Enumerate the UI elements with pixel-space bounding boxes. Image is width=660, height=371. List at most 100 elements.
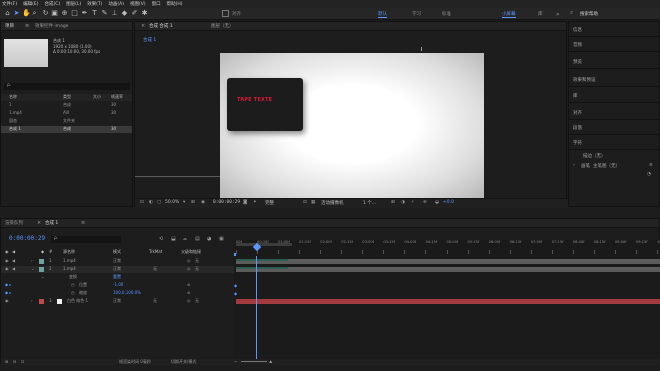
toggle-pixel-icon[interactable]: ⊞ — [391, 200, 395, 205]
layer-name[interactable]: 白色 纯色 1 — [67, 298, 88, 304]
tab-layer[interactable]: 图层（无） — [211, 23, 234, 29]
col-mode[interactable]: 模式 — [113, 249, 121, 255]
tab-project[interactable]: 项目 — [5, 23, 14, 29]
in-out-icon[interactable]: ⊡ — [21, 359, 24, 364]
layer-trkmat[interactable]: 无 — [153, 298, 157, 304]
mask-icon[interactable]: ▢ — [157, 200, 161, 205]
menu-edit[interactable]: 编辑(E) — [23, 1, 38, 7]
list-item-selected[interactable]: 合成 1 合成 30 — [1, 126, 132, 133]
col-fps[interactable]: 帧速率 — [111, 94, 123, 100]
panel-menu-icon[interactable]: ≡ — [649, 163, 653, 168]
hand-tool-icon[interactable]: ✋ — [22, 10, 31, 17]
layer-bar[interactable] — [236, 267, 660, 272]
layer-bar[interactable] — [236, 259, 660, 264]
panel-menu-icon[interactable]: ≡ — [81, 220, 85, 226]
parent-pick-icon[interactable]: ◎ — [187, 298, 191, 303]
brush-icon[interactable]: ◔ — [647, 172, 651, 177]
exposure-icon[interactable]: ◒ — [435, 200, 439, 205]
layer-mode[interactable]: 正常 — [113, 258, 121, 264]
expand-icon[interactable]: ⌄ — [31, 266, 34, 271]
close-icon[interactable]: ≡ — [25, 23, 29, 29]
workspace-learn[interactable]: 学习 — [412, 11, 421, 17]
type-tool-icon[interactable]: T — [91, 10, 98, 17]
col-trkmat[interactable]: TrkMat — [149, 249, 162, 254]
keyframe-icon[interactable]: ◆ — [234, 291, 237, 296]
quality-select[interactable]: 完整 — [265, 200, 274, 206]
reset-exposure-icon[interactable]: ◑ — [401, 200, 405, 205]
work-area-bar[interactable] — [236, 243, 292, 246]
pan-behind-tool-icon[interactable]: ⊕ — [61, 10, 68, 17]
col-size[interactable]: 大小 — [93, 94, 101, 100]
close-icon[interactable]: × — [37, 220, 41, 226]
exposure-value[interactable]: +0.0 — [443, 200, 454, 205]
composition-icon[interactable]: ⟲ — [159, 236, 163, 242]
show-channel-icon[interactable]: ◐ — [149, 200, 153, 205]
video-frame[interactable]: TAPE TEXTE — [227, 78, 303, 131]
layer-mode[interactable]: 正常 — [113, 266, 121, 272]
eye-icon[interactable]: ◉ — [5, 258, 9, 263]
playhead-line[interactable] — [256, 256, 257, 365]
panel-paint[interactable]: 画笔 — [581, 163, 590, 169]
fast-preview-icon[interactable]: ⚡ — [411, 200, 414, 205]
layer-parent[interactable]: 无 — [195, 266, 199, 272]
roto-brush-tool-icon[interactable]: ✐ — [131, 10, 138, 17]
breadcrumb[interactable]: 合成 1 — [143, 37, 156, 43]
col-type[interactable]: 类型 — [63, 94, 71, 100]
workspace-libraries[interactable]: 库 — [538, 11, 543, 17]
col-parent[interactable]: 父级和链接 — [181, 249, 201, 255]
list-item[interactable]: 1.mp4 AVI 30 — [1, 110, 132, 117]
graph-icon[interactable]: ⊘ — [187, 282, 190, 287]
eye-icon[interactable]: ◉ — [5, 298, 9, 303]
menu-animation[interactable]: 动画(A) — [108, 1, 124, 7]
keyframe-nav-icon[interactable]: ◆ ▸ — [5, 282, 11, 287]
layer-name[interactable]: 1.mp4 — [63, 258, 76, 263]
menu-layer[interactable]: 图层(L) — [66, 1, 81, 7]
solid-layer-bar[interactable] — [236, 299, 660, 304]
tab-effect-controls[interactable]: 效果控件 image — [35, 23, 68, 29]
puppet-tool-icon[interactable]: ✱ — [141, 10, 148, 17]
shy-icon[interactable]: ⌓ — [183, 236, 187, 242]
snapshot-icon[interactable]: ⊡ — [140, 200, 144, 205]
camera-snapshot-icon[interactable]: ◙ — [243, 200, 247, 205]
tab-composition[interactable]: 合成 合成 1 — [149, 23, 173, 29]
selection-tool-icon[interactable]: ➤ — [13, 10, 20, 17]
menu-view[interactable]: 视图(V) — [130, 1, 146, 7]
project-search-input[interactable]: ρ. — [4, 83, 130, 90]
home-icon[interactable]: ⌂ — [4, 10, 11, 17]
expand-icon[interactable]: › — [31, 298, 33, 303]
label-color[interactable] — [39, 259, 44, 264]
graph-editor-icon[interactable]: ▣ — [219, 236, 224, 242]
motion-blur-icon[interactable]: ◕ — [207, 236, 211, 242]
eye-icon[interactable]: ◉ — [5, 266, 9, 271]
clone-stamp-tool-icon[interactable]: ⊥ — [111, 10, 118, 17]
rectangle-tool-icon[interactable]: □ — [71, 10, 78, 17]
panel-preview[interactable]: 预览 — [573, 59, 582, 65]
timeline-track-area[interactable]: ◆ ◆ — [234, 256, 660, 365]
parent-pick-icon[interactable]: ◎ — [187, 266, 191, 271]
transfer-controls-icon[interactable]: ⊟ — [13, 359, 16, 364]
camera-select[interactable]: 活动摄像机 — [321, 200, 344, 206]
brush-tool-icon[interactable]: ✎ — [101, 10, 108, 17]
speaker-icon[interactable]: ◀ — [12, 258, 15, 263]
transparency-icon[interactable]: ▦ — [311, 200, 315, 205]
panel-paragraph[interactable]: 段落 — [573, 125, 582, 131]
tab-render-queue[interactable]: 渲染队列 — [5, 220, 23, 226]
expand-icon[interactable]: › — [31, 258, 33, 263]
col-name[interactable]: 名称 — [9, 94, 17, 100]
region-icon[interactable]: ⊡ — [303, 200, 307, 205]
stopwatch-icon[interactable]: ◷ — [71, 282, 75, 287]
panel-info[interactable]: 信息 — [573, 27, 582, 33]
grid-icon[interactable]: ⊞ — [191, 200, 195, 205]
stopwatch-icon[interactable]: ◷ — [71, 290, 75, 295]
parent-pick-icon[interactable]: ◎ — [187, 258, 191, 263]
menu-composition[interactable]: 合成(C) — [44, 1, 60, 7]
toggle-switches-modes[interactable]: 切换开关/模式 — [171, 359, 196, 365]
search-help-input[interactable]: 搜索帮助 — [580, 11, 598, 17]
panel-libraries[interactable]: 库 — [573, 93, 578, 99]
scale-value[interactable]: 100.0,100.0% — [113, 290, 141, 295]
close-icon[interactable]: × — [141, 23, 145, 29]
layer-trkmat[interactable]: 无 — [153, 266, 157, 272]
position-value[interactable]: -1.00 — [113, 282, 123, 287]
pen-tool-icon[interactable]: ✒ — [81, 10, 88, 17]
workspace-standard[interactable]: 标准 — [442, 11, 451, 17]
